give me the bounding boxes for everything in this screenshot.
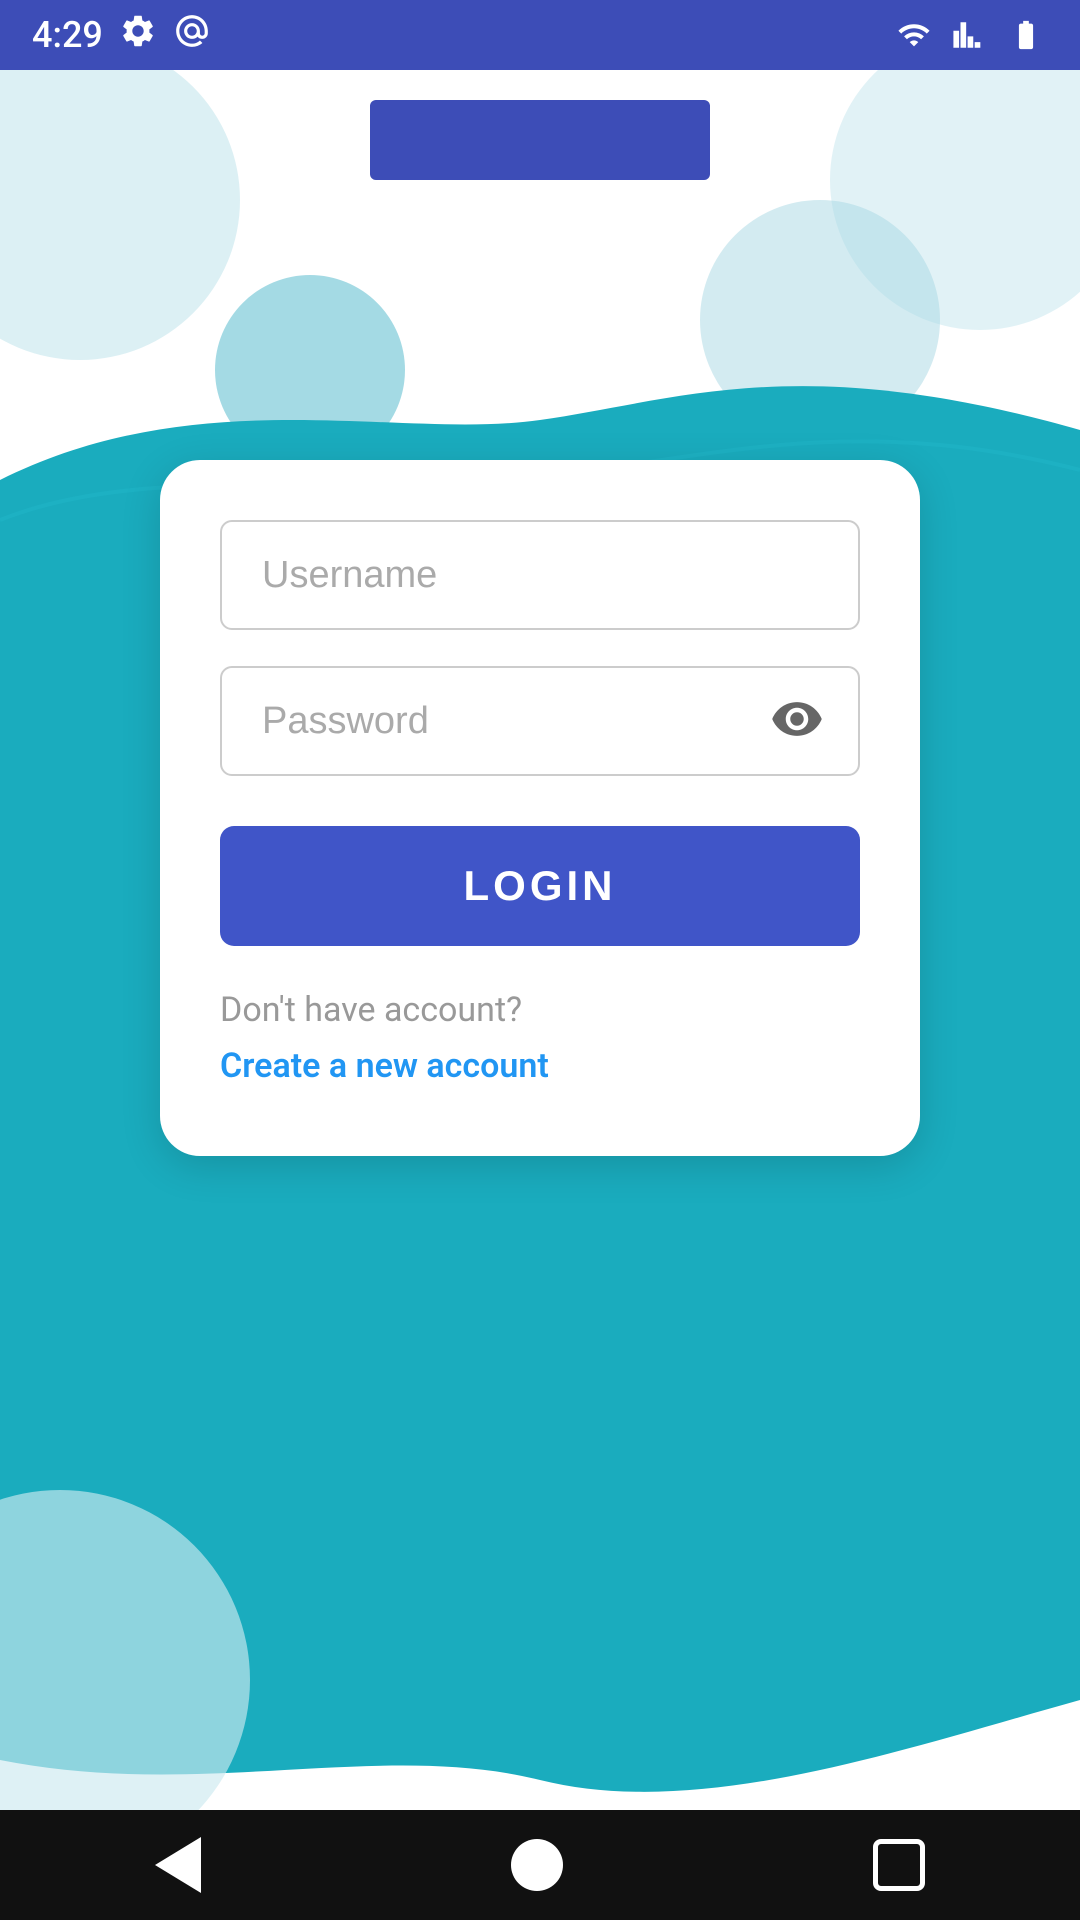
status-right [894, 18, 1048, 52]
login-card: LOGIN Don't have account? Create a new a… [160, 460, 920, 1156]
account-row: Don't have account? Create a new account [220, 990, 860, 1086]
battery-icon [1004, 18, 1048, 52]
logo-bar [370, 100, 710, 180]
at-icon [173, 12, 211, 58]
wifi-icon [894, 18, 934, 52]
bottom-nav [0, 1810, 1080, 1920]
home-icon [511, 1839, 563, 1891]
settings-icon [119, 12, 157, 58]
login-button[interactable]: LOGIN [220, 826, 860, 946]
status-left: 4:29 [32, 12, 211, 58]
username-input[interactable] [220, 520, 860, 630]
password-wrapper [220, 666, 860, 776]
eye-icon[interactable] [770, 692, 824, 750]
back-button[interactable] [145, 1827, 211, 1903]
signal-icon [952, 18, 986, 52]
no-account-text: Don't have account? [220, 990, 522, 1030]
password-input[interactable] [220, 666, 860, 776]
recents-button[interactable] [863, 1829, 935, 1901]
home-button[interactable] [501, 1829, 573, 1901]
logo-area [370, 100, 710, 180]
status-time: 4:29 [32, 14, 103, 56]
create-account-link[interactable]: Create a new account [220, 1046, 549, 1086]
status-bar: 4:29 [0, 0, 1080, 70]
back-icon [155, 1837, 201, 1893]
recents-icon [873, 1839, 925, 1891]
